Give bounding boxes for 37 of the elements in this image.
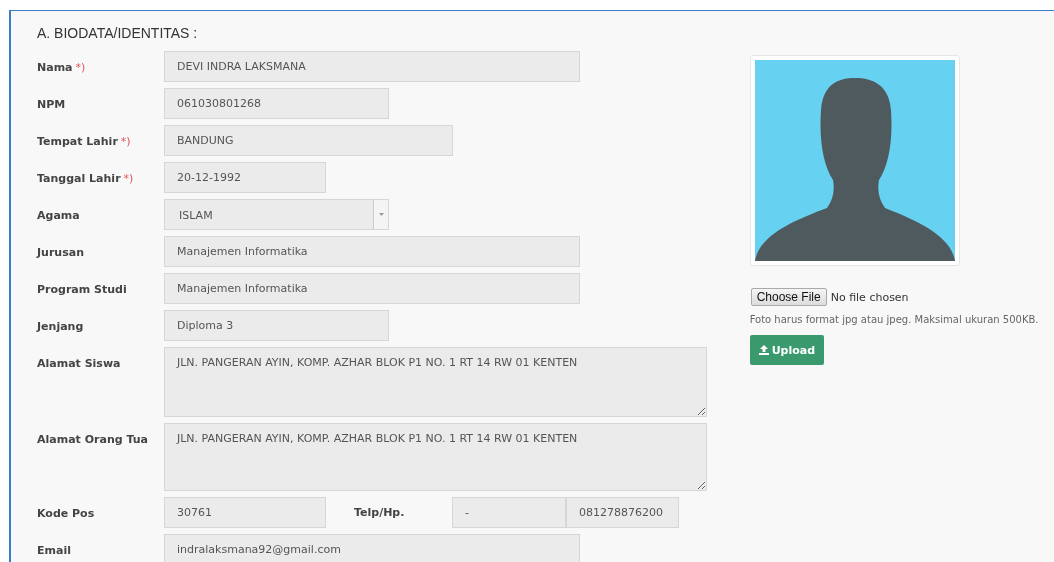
input-field[interactable]: 20-12-1992 <box>164 162 326 193</box>
upload-button[interactable]: Upload <box>749 335 825 365</box>
field-label: Nama <box>37 60 73 75</box>
field-label: Alamat Siswa <box>37 356 122 371</box>
input-field[interactable]: 30761 <box>164 497 326 528</box>
field-label: Email <box>37 543 72 558</box>
input-field[interactable]: 081278876200 <box>566 497 679 528</box>
select-field[interactable]: ISLAM <box>164 199 389 230</box>
field-label: Kode Pos <box>37 506 96 521</box>
required-mark: *) <box>75 60 86 75</box>
field-label: Jenjang <box>37 319 85 334</box>
field-label: Telp/Hp. <box>353 505 406 521</box>
input-field[interactable]: indralaksmana92@gmail.com <box>164 534 580 562</box>
text-area[interactable]: JLN. PANGERAN AYIN, KOMP. AZHAR BLOK P1 NO. 1 RT 14 RW 01 KENTEN <box>164 347 707 417</box>
field-label: Tempat Lahir <box>37 134 118 149</box>
required-mark: *) <box>123 171 134 186</box>
field-label: Alamat Orang Tua <box>37 432 149 447</box>
text-area[interactable]: JLN. PANGERAN AYIN, KOMP. AZHAR BLOK P1 NO. 1 RT 14 RW 01 KENTEN <box>164 423 707 491</box>
input-field[interactable]: Manajemen Informatika <box>164 273 580 304</box>
input-field[interactable]: Diploma 3 <box>164 310 389 341</box>
section-title: A. BIODATA/IDENTITAS : <box>37 25 199 43</box>
input-field[interactable]: 061030801268 <box>164 88 389 119</box>
input-field[interactable]: DEVI INDRA LAKSMANA <box>164 51 580 82</box>
hint-text: Foto harus format jpg atau jpeg. Maksimal ukuran 500KB. <box>749 314 1040 325</box>
upload-icon <box>758 345 769 355</box>
field-label: Jurusan <box>37 245 85 260</box>
input-field[interactable]: Manajemen Informatika <box>164 236 580 267</box>
input-field[interactable]: - <box>452 497 566 528</box>
file-status: No file chosen <box>830 290 909 304</box>
field-label: Program Studi <box>37 282 128 297</box>
field-label: Tanggal Lahir <box>37 171 121 186</box>
caret-icon <box>378 213 384 216</box>
choose-file-button[interactable]: Choose File <box>750 288 827 306</box>
input-field[interactable]: BANDUNG <box>164 125 453 156</box>
field-label: Agama <box>37 208 81 223</box>
field-label: NPM <box>37 97 67 112</box>
required-mark: *) <box>120 134 131 149</box>
